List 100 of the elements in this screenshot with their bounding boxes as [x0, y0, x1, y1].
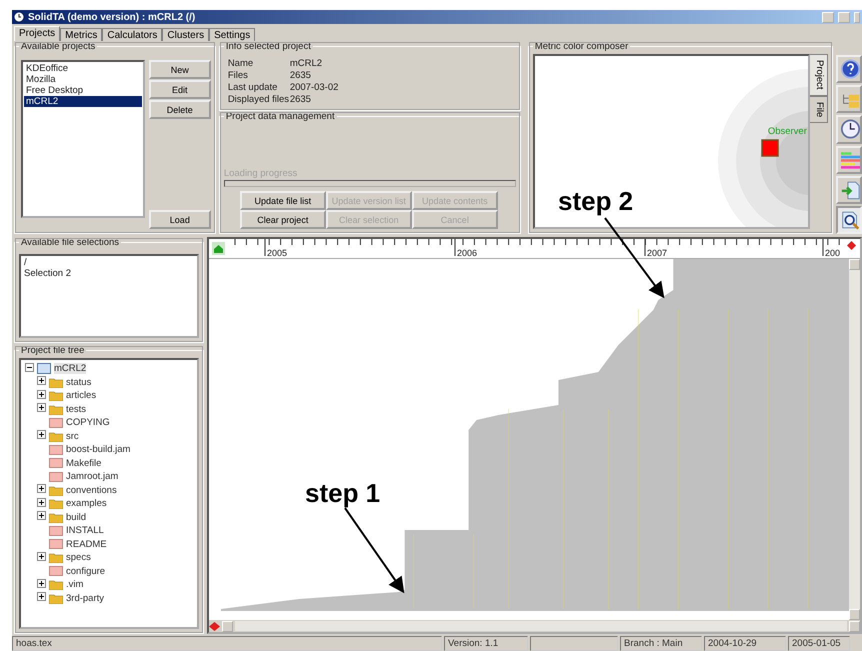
status-field: Branch : Main	[620, 636, 702, 651]
marker-icon[interactable]	[209, 622, 220, 630]
tree-item[interactable]: configure	[66, 566, 106, 577]
file-icon	[49, 566, 63, 576]
file-icon	[49, 539, 63, 550]
list-item[interactable]: Mozilla	[24, 74, 142, 85]
expand-icon[interactable]	[37, 390, 46, 399]
group-title: Metric color composer	[534, 41, 630, 52]
annotation-label: step 1	[305, 478, 380, 509]
expand-icon[interactable]	[37, 430, 46, 440]
tree-item[interactable]: boost-build.jam	[66, 444, 130, 456]
tree-item[interactable]: articles	[66, 390, 96, 402]
file-icon	[49, 458, 63, 468]
toolbar-button[interactable]	[836, 115, 862, 144]
folder-icon	[49, 390, 63, 402]
folder-icon	[37, 363, 51, 374]
group-title: Project data management	[224, 111, 336, 122]
marker-icon[interactable]	[847, 241, 856, 250]
folder-icon	[49, 404, 63, 415]
load-button[interactable]: Load	[148, 210, 211, 229]
file-icon	[49, 472, 63, 482]
window-title: SolidTA (demo version) : mCRL2 (/)	[28, 12, 196, 22]
project-button[interactable]: Delete	[148, 100, 211, 119]
info-value: 2635	[290, 70, 312, 81]
tree-item[interactable]: build	[66, 512, 86, 523]
info-value: mCRL2	[290, 58, 324, 69]
year-label: 2007	[647, 248, 668, 258]
folder-icon	[49, 512, 63, 523]
file-icon	[49, 418, 63, 428]
file-icon	[49, 526, 63, 536]
status-field: Version: 1.1	[444, 636, 528, 651]
list-item[interactable]: Selection 2	[22, 268, 196, 279]
tree-item[interactable]: README	[66, 538, 107, 550]
expand-icon[interactable]	[37, 511, 46, 520]
info-value: 2635	[290, 94, 312, 105]
expand-icon[interactable]	[37, 376, 46, 386]
side-tab[interactable]: Project	[810, 54, 828, 96]
folder-icon	[49, 484, 63, 496]
tree-item[interactable]: Jamroot.jam	[66, 471, 118, 482]
tree-item[interactable]: conventions	[66, 484, 117, 496]
observer-marker[interactable]	[760, 139, 779, 157]
tree-item[interactable]: tests	[66, 404, 86, 415]
side-tab[interactable]: File	[810, 96, 828, 123]
expand-icon[interactable]	[37, 403, 46, 412]
group-title: Available projects	[20, 41, 96, 52]
file-icon	[49, 444, 63, 455]
year-label: 2005	[267, 248, 288, 258]
data-button[interactable]: Update file list	[240, 191, 326, 210]
observer-label: Observer	[768, 126, 807, 137]
tree-item[interactable]: status	[66, 376, 92, 388]
expand-icon[interactable]	[37, 498, 46, 507]
folder-icon	[49, 579, 63, 590]
home-icon[interactable]	[212, 242, 224, 255]
horizontal-scrollbar[interactable]	[209, 620, 860, 632]
tree-item[interactable]: INSTALL	[66, 525, 104, 536]
expand-icon[interactable]	[37, 552, 46, 561]
help-icon	[841, 58, 860, 80]
status-field: 2004-10-29	[704, 636, 786, 651]
folder-icon	[49, 430, 63, 442]
year-label: 2006	[457, 248, 478, 258]
annotation-label: step 2	[558, 186, 634, 217]
toolbar-button[interactable]	[836, 55, 862, 84]
app-icon	[14, 12, 24, 22]
info-label: Name	[228, 58, 254, 69]
folder-icon	[49, 552, 63, 564]
list-item[interactable]: Free Desktop	[24, 85, 142, 96]
tree-item[interactable]: Makefile	[66, 458, 102, 469]
expand-icon[interactable]	[37, 578, 46, 588]
status-field: 2005-01-05	[788, 636, 850, 651]
data-button[interactable]: Clear project	[240, 210, 326, 229]
clock-icon	[841, 118, 860, 140]
list-item[interactable]: /	[22, 257, 196, 268]
expand-icon[interactable]	[37, 484, 46, 494]
toolbar-button[interactable]	[836, 206, 862, 234]
tab[interactable]: Projects	[14, 26, 60, 41]
tab[interactable]: Settings	[209, 28, 256, 41]
folder-icon	[49, 592, 63, 604]
list-item[interactable]: mCRL2	[24, 96, 142, 107]
tree-item[interactable]: examples	[66, 498, 107, 510]
info-label: Displayed files	[228, 94, 290, 105]
expand-icon[interactable]	[37, 592, 46, 602]
collapse-icon[interactable]	[25, 362, 34, 372]
tree-item[interactable]: .vim	[66, 579, 84, 590]
project-button[interactable]: Edit	[148, 80, 211, 99]
list-item[interactable]: KDEoffice	[24, 63, 142, 74]
tree-item[interactable]: 3rd-party	[66, 592, 104, 604]
project-button[interactable]: New	[148, 60, 211, 79]
info-label: Last update	[228, 82, 278, 93]
info-value: 2007-03-02	[290, 82, 338, 93]
tree-item[interactable]: specs	[66, 552, 91, 564]
tree-item[interactable]: COPYING	[66, 417, 110, 428]
tab[interactable]: Clusters	[162, 28, 210, 41]
tree-item[interactable]: mCRL2	[54, 363, 86, 374]
tab[interactable]: Metrics	[60, 28, 102, 41]
tab[interactable]: Calculators	[102, 28, 162, 41]
folder-icon	[49, 498, 63, 510]
tree-item[interactable]: src	[66, 430, 79, 442]
status-field: hoas.tex	[12, 636, 442, 651]
info-label: Files	[228, 70, 249, 81]
year-label: 200	[825, 248, 840, 258]
